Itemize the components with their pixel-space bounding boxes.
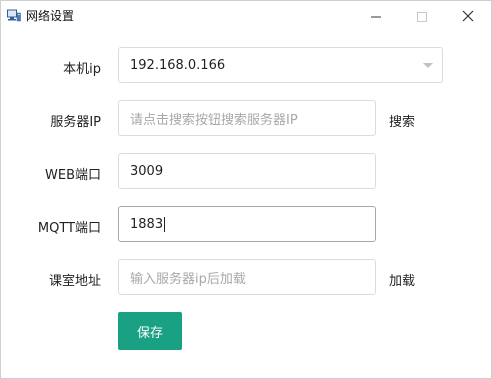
mqtt-port-value: 1883 (130, 216, 164, 232)
classroom-address-placeholder: 输入服务器ip后加载 (130, 271, 246, 287)
classroom-address-label: 课室地址 (48, 274, 101, 289)
save-button[interactable]: 保存 (118, 312, 182, 350)
close-button[interactable] (445, 1, 491, 31)
server-ip-input[interactable]: 请点击搜索按钮搜索服务器IP (118, 100, 376, 136)
local-ip-value: 192.168.0.166 (130, 57, 226, 73)
mqtt-port-label: MQTT端口 (37, 221, 101, 236)
chevron-down-icon (423, 63, 433, 68)
monitor-network-icon (7, 8, 21, 22)
local-ip-select[interactable]: 192.168.0.166 (118, 47, 443, 83)
classroom-address-input[interactable]: 输入服务器ip后加载 (118, 259, 376, 295)
search-button[interactable]: 搜索 (389, 111, 415, 130)
local-ip-label: 本机ip (63, 62, 101, 77)
minimize-icon (371, 7, 381, 26)
load-button[interactable]: 加载 (389, 270, 415, 289)
network-settings-window: 网络设置 本机ip 192.168.0.166 服务器IP 请点击搜索按钮搜索服… (0, 0, 492, 379)
minimize-button[interactable] (353, 1, 399, 31)
web-port-label: WEB端口 (45, 168, 101, 183)
web-port-input[interactable]: 3009 (118, 153, 376, 189)
maximize-icon (417, 7, 427, 26)
maximize-button[interactable] (399, 1, 445, 31)
server-ip-placeholder: 请点击搜索按钮搜索服务器IP (130, 112, 298, 128)
title-bar[interactable]: 网络设置 (1, 1, 491, 31)
server-ip-label: 服务器IP (50, 115, 101, 130)
mqtt-port-input[interactable]: 1883 (118, 206, 376, 242)
close-icon (462, 7, 474, 26)
text-caret (164, 216, 166, 232)
window-title: 网络设置 (26, 9, 75, 23)
web-port-value: 3009 (130, 163, 164, 179)
